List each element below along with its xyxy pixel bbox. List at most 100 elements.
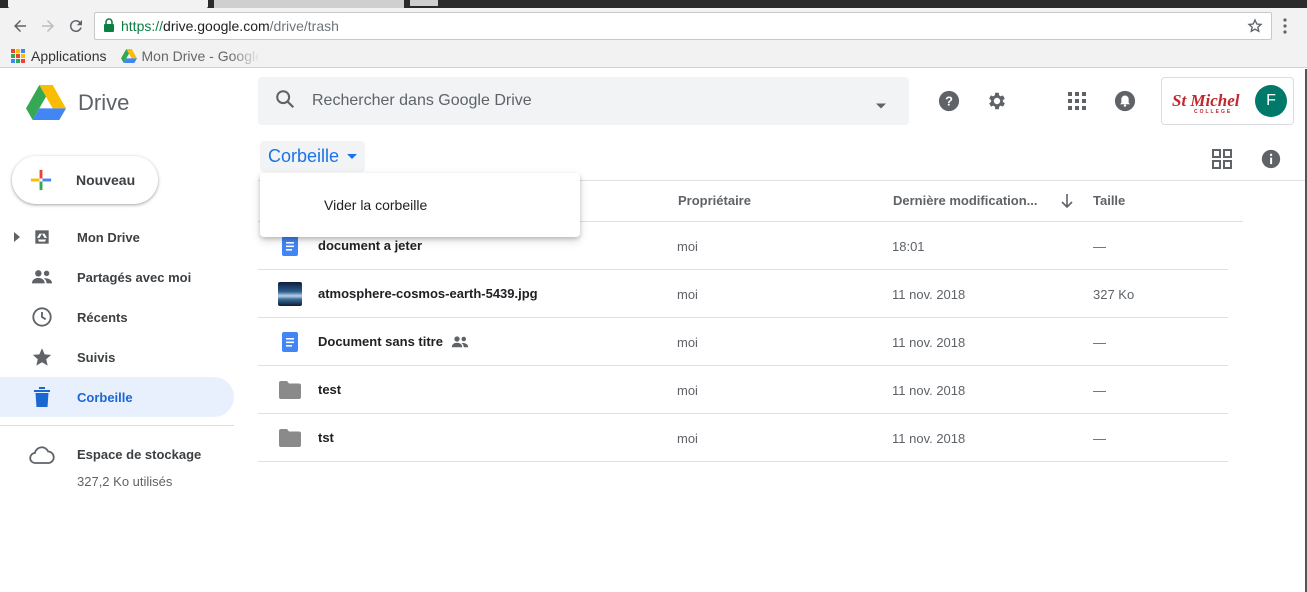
- file-name-text: tst: [318, 430, 334, 445]
- forward-arrow-icon[interactable]: [36, 14, 60, 38]
- table-row[interactable]: test moi 11 nov. 2018 —: [258, 366, 1228, 414]
- grid-view-icon[interactable]: [1210, 147, 1234, 171]
- sidebar-item-starred[interactable]: Suivis: [0, 337, 240, 377]
- search-icon[interactable]: [274, 88, 296, 115]
- help-icon[interactable]: ?: [937, 89, 961, 113]
- sidebar-nav: Mon Drive Partagés avec moi Récents Suiv…: [0, 217, 240, 417]
- lock-icon: [103, 17, 115, 35]
- breadcrumb[interactable]: Corbeille: [260, 141, 366, 172]
- file-owner: moi: [677, 335, 698, 350]
- file-name: test: [318, 382, 341, 397]
- chrome-menu-icon[interactable]: [1282, 18, 1288, 39]
- search-options-dropdown-icon[interactable]: [875, 97, 887, 115]
- account-switcher[interactable]: St Michel COLLEGE F: [1161, 77, 1294, 125]
- sidebar-item-shared[interactable]: Partagés avec moi: [0, 257, 240, 297]
- file-name: Document sans titre: [318, 334, 469, 349]
- drive-app: Drive ? St Michel COLLEGE F: [0, 69, 1307, 592]
- trash-dropdown-menu: Vider la corbeille: [260, 173, 580, 237]
- sidebar-item-recent[interactable]: Récents: [0, 297, 240, 337]
- url-scheme: https://: [121, 18, 164, 34]
- file-list: document a jeter moi 18:01 — atmosphere-…: [258, 222, 1228, 462]
- sidebar-item-mon-drive[interactable]: Mon Drive: [0, 217, 240, 257]
- shared-people-icon: [451, 335, 469, 347]
- url-path: /drive/trash: [269, 18, 339, 34]
- bookmark-label: Applications: [31, 47, 107, 64]
- sidebar-item-label: Partagés avec moi: [77, 269, 192, 285]
- sidebar-item-label: Mon Drive: [77, 229, 140, 245]
- bookmarks-bar: Applications Mon Drive - Google Drive: [0, 44, 1307, 68]
- notifications-bell-icon[interactable]: [1113, 89, 1137, 113]
- file-name-text: test: [318, 382, 342, 397]
- empty-trash-menu-item[interactable]: Vider la corbeille: [260, 187, 580, 223]
- file-modified: 11 nov. 2018: [892, 383, 966, 398]
- search-bar[interactable]: [258, 77, 909, 125]
- bookmark-star-icon[interactable]: [1247, 18, 1263, 37]
- plus-icon: [30, 169, 52, 191]
- google-doc-icon: [278, 234, 302, 258]
- settings-gear-icon[interactable]: [985, 89, 1009, 113]
- drive-logo-icon: [26, 85, 66, 120]
- file-size: —: [1093, 239, 1106, 254]
- file-modified: 11 nov. 2018: [892, 287, 966, 302]
- browser-tab[interactable]: [214, 0, 404, 8]
- file-name: document a jeter: [318, 238, 422, 253]
- file-name-text: atmosphere-cosmos-earth-5439.jpg: [318, 286, 538, 301]
- avatar[interactable]: F: [1255, 85, 1287, 117]
- sidebar-item-label: Suivis: [77, 349, 116, 365]
- table-row[interactable]: Document sans titre moi 11 nov. 2018 —: [258, 318, 1228, 366]
- file-owner: moi: [677, 287, 698, 302]
- bookmark-applications[interactable]: Applications: [10, 48, 107, 64]
- new-button-label: Nouveau: [76, 172, 136, 188]
- sidebar-item-trash[interactable]: Corbeille: [0, 377, 234, 417]
- apps-launcher-icon[interactable]: [1065, 89, 1089, 113]
- brand-text: St Michel: [1172, 91, 1240, 110]
- brand-logo: St Michel COLLEGE: [1172, 91, 1240, 115]
- file-size: —: [1093, 383, 1106, 398]
- expand-arrow-icon[interactable]: [14, 232, 20, 242]
- table-row[interactable]: atmosphere-cosmos-earth-5439.jpg moi 11 …: [258, 270, 1228, 318]
- people-icon: [30, 265, 54, 289]
- file-owner: moi: [677, 431, 698, 446]
- drive-logo-icon: [120, 48, 137, 63]
- sort-arrow-down-icon[interactable]: [1060, 193, 1074, 214]
- address-bar[interactable]: https://drive.google.com/drive/trash: [94, 12, 1272, 40]
- new-button[interactable]: Nouveau: [12, 156, 158, 204]
- file-owner: moi: [677, 239, 698, 254]
- sidebar-item-label: Récents: [77, 309, 128, 325]
- file-name-text: document a jeter: [318, 238, 423, 253]
- google-doc-icon: [278, 330, 302, 354]
- info-icon[interactable]: [1259, 147, 1283, 171]
- table-row[interactable]: tst moi 11 nov. 2018 —: [258, 414, 1228, 462]
- trash-icon: [30, 385, 54, 409]
- file-name-text: Document sans titre: [318, 334, 443, 349]
- cloud-icon: [29, 446, 55, 469]
- sidebar-divider: [0, 425, 234, 426]
- reload-icon[interactable]: [64, 14, 88, 38]
- url-host: drive.google.com: [163, 18, 270, 34]
- svg-text:?: ?: [945, 94, 953, 109]
- file-modified: 11 nov. 2018: [892, 335, 966, 350]
- back-arrow-icon[interactable]: [8, 14, 32, 38]
- new-tab-button[interactable]: [410, 0, 438, 6]
- storage-label: Espace de stockage: [77, 447, 202, 462]
- folder-icon: [278, 378, 302, 402]
- app-name: Drive: [78, 89, 130, 115]
- file-owner: moi: [677, 383, 698, 398]
- file-modified: 11 nov. 2018: [892, 431, 966, 446]
- column-header-owner[interactable]: Propriétaire: [678, 193, 751, 208]
- browser-tab-strip: [0, 0, 1307, 8]
- bookmark-mon-drive[interactable]: Mon Drive - Google Drive: [120, 48, 260, 64]
- file-size: —: [1093, 431, 1106, 446]
- browser-tab-active[interactable]: [8, 0, 208, 8]
- file-size: —: [1093, 335, 1106, 350]
- file-modified: 18:01: [892, 239, 925, 254]
- drive-logo[interactable]: Drive: [26, 85, 129, 120]
- image-thumbnail: [278, 282, 302, 306]
- folder-icon: [278, 426, 302, 450]
- storage-used: 327,2 Ko utilisés: [77, 474, 173, 489]
- chevron-down-icon: [347, 153, 358, 159]
- star-icon: [30, 345, 54, 369]
- search-input[interactable]: [312, 92, 852, 110]
- column-header-size[interactable]: Taille: [1093, 193, 1125, 208]
- column-header-modified[interactable]: Dernière modification...: [893, 193, 1037, 208]
